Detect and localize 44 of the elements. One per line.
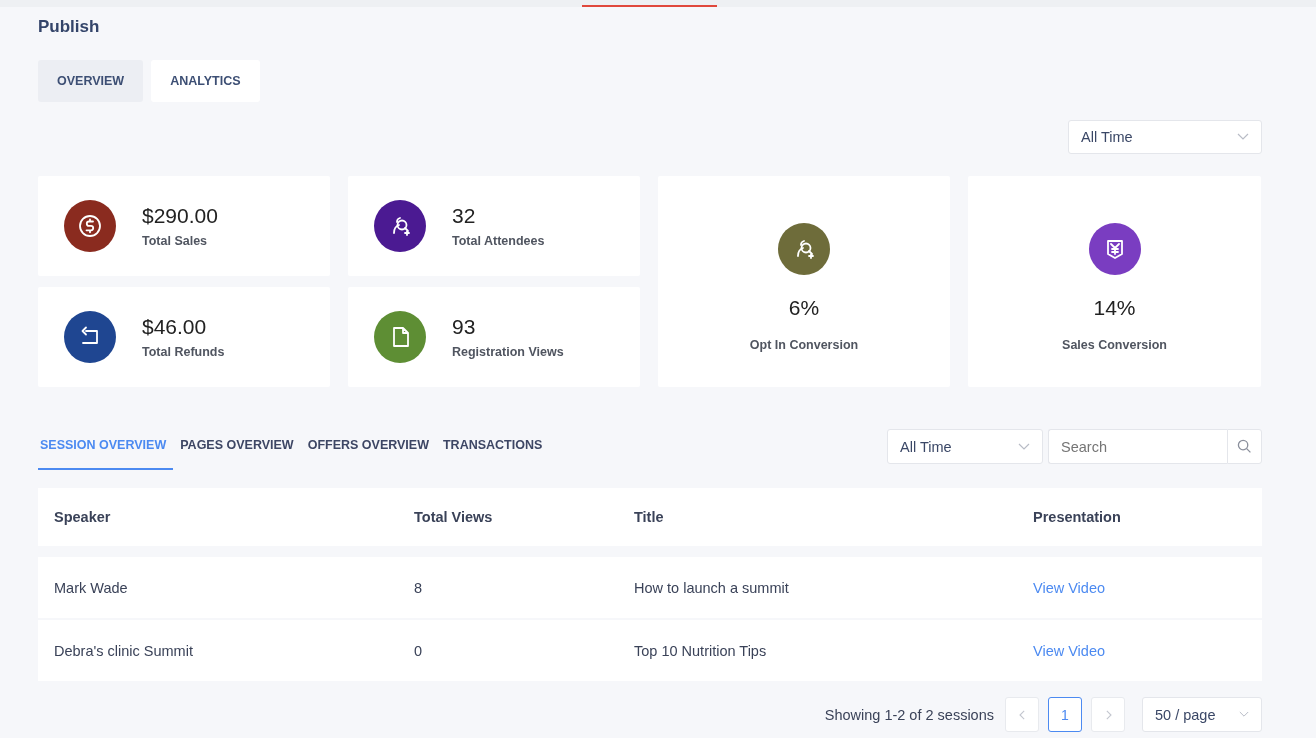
stat-value: 93 — [452, 315, 477, 339]
previous-page-button[interactable] — [1005, 697, 1039, 732]
pagination-summary: Showing 1-2 of 2 sessions — [824, 706, 994, 723]
period-select[interactable]: All Time — [887, 429, 1043, 464]
table-cell-text: Mark Wade — [54, 579, 129, 596]
stat-label: Total Refunds — [142, 345, 225, 359]
table-cell-text: How to launch a summit — [634, 579, 790, 596]
tab[interactable]: ANALYTICS — [151, 60, 260, 102]
view-video-link[interactable]: View Video — [1033, 579, 1106, 596]
search-icon — [1237, 439, 1252, 454]
section-tab[interactable]: TRANSACTIONS — [436, 429, 550, 470]
column-header: Speaker — [54, 509, 112, 525]
chevron-left-icon — [1018, 709, 1026, 720]
section-tab[interactable]: PAGES OVERVIEW — [173, 429, 301, 470]
view-video-link[interactable]: View Video — [1033, 642, 1106, 659]
table-cell-text: Debra's clinic Summit — [54, 642, 194, 659]
chevron-down-icon — [1237, 133, 1249, 141]
conversion-value: 14% — [1093, 296, 1136, 320]
conversion-label: Opt In Conversion — [749, 338, 859, 352]
tab[interactable]: OVERVIEW — [38, 60, 144, 102]
stat-value: $290.00 — [142, 204, 218, 228]
chevron-down-icon — [1239, 711, 1249, 718]
conversion-label: Sales Conversion — [1062, 338, 1167, 352]
stat-value: $46.00 — [142, 315, 208, 339]
section-tab[interactable]: OFFERS OVERVIEW — [300, 429, 436, 470]
column-header: Title — [634, 509, 665, 525]
column-header: Total Views — [414, 509, 494, 525]
page-size-select[interactable]: 50 / page — [1142, 697, 1262, 732]
stat-label: Total Attendees — [452, 234, 545, 248]
conversion-value: 6% — [788, 296, 820, 320]
table-cell-text: 0 — [414, 642, 424, 659]
search-button[interactable] — [1227, 429, 1262, 464]
table-cell-text: Top 10 Nutrition Tips — [634, 642, 768, 659]
table-cell-text: 8 — [414, 579, 424, 596]
next-page-button[interactable] — [1091, 697, 1125, 732]
stat-label: Registration Views — [452, 345, 564, 359]
page-title: Publish — [38, 17, 101, 37]
period-select[interactable]: All Time — [1068, 120, 1262, 154]
chevron-down-icon — [1018, 442, 1030, 451]
chevron-right-icon — [1104, 709, 1112, 720]
search-field[interactable]: Search — [1048, 429, 1227, 464]
stat-label: Total Sales — [142, 234, 209, 248]
stat-value: 32 — [452, 204, 477, 228]
column-header: Presentation — [1033, 509, 1122, 525]
